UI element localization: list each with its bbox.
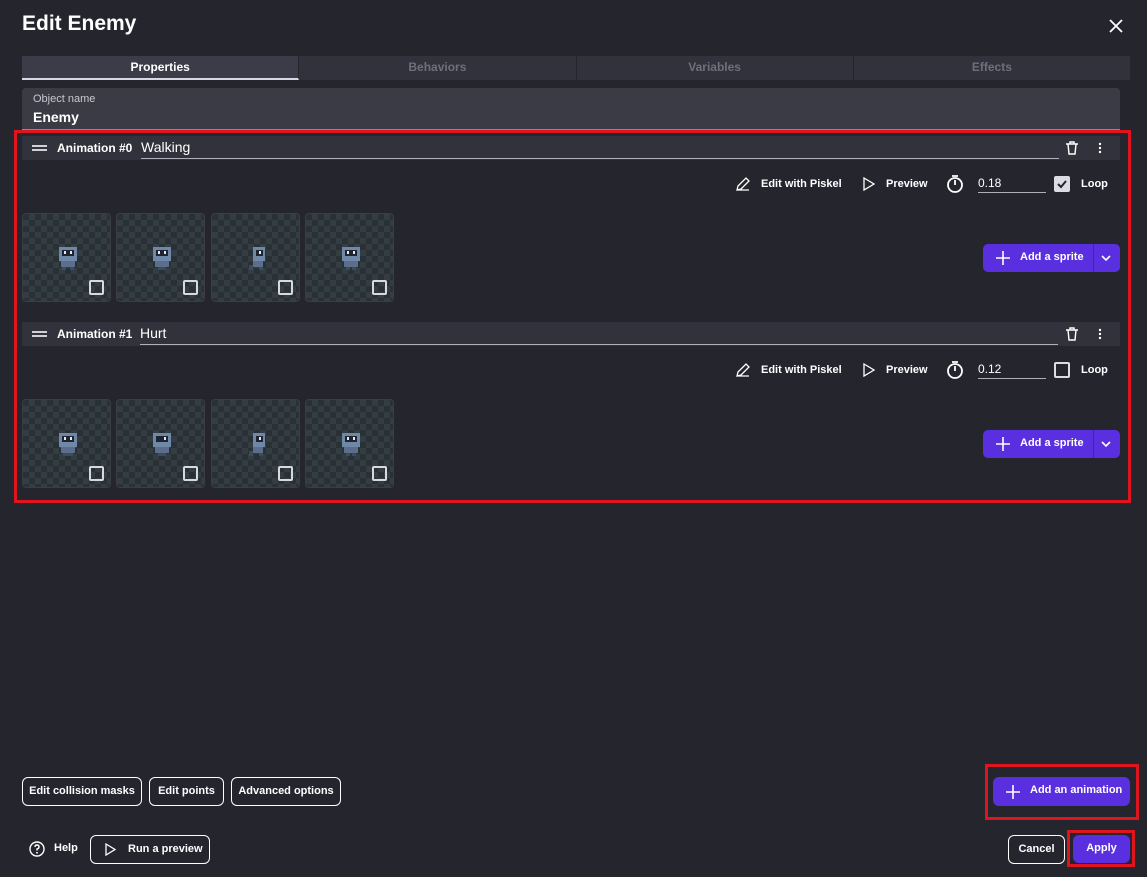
add-sprite-button[interactable]: Add a sprite [983,244,1120,272]
run-preview-label: Run a preview [128,843,203,855]
object-name-label: Object name [33,93,96,105]
button-divider [1093,244,1094,272]
tab-bar: Properties Behaviors Variables Effects [22,56,1130,80]
trash-icon[interactable] [1064,140,1080,156]
run-preview-button[interactable]: Run a preview [90,835,210,864]
edit-collision-masks-button[interactable]: Edit collision masks [22,777,142,806]
object-name-input[interactable]: Enemy [33,109,79,125]
tab-behaviors[interactable]: Behaviors [299,56,577,80]
add-sprite-button[interactable]: Add a sprite [983,430,1120,458]
select-checkbox[interactable] [278,466,293,481]
sprite-thumbnail[interactable] [211,213,300,302]
timer-icon [947,361,963,379]
enemy-sprite-icon [153,433,171,456]
sprite-thumbnail[interactable] [305,213,394,302]
trash-icon[interactable] [1064,326,1080,342]
animation-0-toolbar: Edit with Piskel Preview 0.18 Loop [735,173,1120,195]
sprite-thumbnail[interactable] [116,399,205,488]
plus-icon [996,251,1010,265]
cancel-button[interactable]: Cancel [1008,835,1065,864]
pencil-icon [736,363,750,377]
loop-checkbox[interactable] [1054,362,1070,378]
animation-0-header: Animation #0 Walking [22,136,1120,160]
more-vertical-icon[interactable] [1092,140,1108,156]
add-sprite-label: Add a sprite [1020,437,1084,449]
enemy-sprite-icon [342,247,360,270]
animation-1-header: Animation #1 Hurt [22,322,1120,346]
add-sprite-main[interactable]: Add a sprite [983,244,1093,272]
timer-input[interactable]: 0.18 [978,173,1046,193]
edit-points-button[interactable]: Edit points [149,777,224,806]
sprite-thumbnail[interactable] [305,399,394,488]
play-icon [863,363,876,377]
select-checkbox[interactable] [183,466,198,481]
play-icon [105,843,117,856]
edit-with-piskel-button[interactable]: Edit with Piskel [761,173,842,195]
timer-icon [947,175,963,193]
add-sprite-main[interactable]: Add a sprite [983,430,1093,458]
help-icon[interactable] [29,841,45,857]
add-animation-label: Add an animation [1030,784,1123,796]
advanced-options-button[interactable]: Advanced options [231,777,341,806]
chevron-down-icon[interactable] [1100,252,1112,264]
select-checkbox[interactable] [372,466,387,481]
tab-properties[interactable]: Properties [22,56,300,80]
plus-icon [1006,785,1020,799]
pencil-icon [736,177,750,191]
select-checkbox[interactable] [89,466,104,481]
animation-0-label: Animation #0 [57,141,133,155]
select-checkbox[interactable] [89,280,104,295]
sprite-thumbnail[interactable] [22,399,111,488]
animation-0-name-input[interactable]: Walking [141,137,1059,159]
loop-label: Loop [1081,364,1108,376]
preview-button[interactable]: Preview [886,359,928,381]
sprite-thumbnail[interactable] [22,213,111,302]
select-checkbox[interactable] [278,280,293,295]
loop-label: Loop [1081,178,1108,190]
button-divider [1093,430,1094,458]
select-checkbox[interactable] [183,280,198,295]
enemy-sprite-icon [59,247,77,270]
animation-1-toolbar: Edit with Piskel Preview 0.12 Loop [735,359,1120,381]
enemy-sprite-icon [153,247,171,270]
sprite-thumbnail[interactable] [211,399,300,488]
enemy-sprite-icon [59,433,77,456]
add-sprite-label: Add a sprite [1020,251,1084,263]
timer-input[interactable]: 0.12 [978,359,1046,379]
chevron-down-icon[interactable] [1100,438,1112,450]
enemy-sprite-icon [249,433,265,456]
edit-with-piskel-button[interactable]: Edit with Piskel [761,359,842,381]
animation-1-name-input[interactable]: Hurt [140,323,1058,345]
apply-button[interactable]: Apply [1073,835,1130,863]
tab-variables[interactable]: Variables [577,56,854,80]
preview-button[interactable]: Preview [886,173,928,195]
play-icon [863,177,876,191]
object-name-field[interactable]: Object name Enemy [22,88,1120,130]
loop-checkbox[interactable] [1054,176,1070,192]
drag-handle-icon[interactable] [32,145,47,151]
select-checkbox[interactable] [372,280,387,295]
drag-handle-icon[interactable] [32,331,47,337]
enemy-sprite-icon [249,247,265,270]
sprite-thumbnail[interactable] [116,213,205,302]
plus-icon [996,437,1010,451]
add-animation-button[interactable]: Add an animation [993,777,1130,806]
close-icon[interactable] [1104,14,1128,38]
tab-effects[interactable]: Effects [854,56,1130,80]
animation-1-label: Animation #1 [57,327,133,341]
enemy-sprite-icon [342,433,360,456]
dialog-title: Edit Enemy [22,12,137,35]
more-vertical-icon[interactable] [1092,326,1108,342]
help-link[interactable]: Help [54,842,78,854]
